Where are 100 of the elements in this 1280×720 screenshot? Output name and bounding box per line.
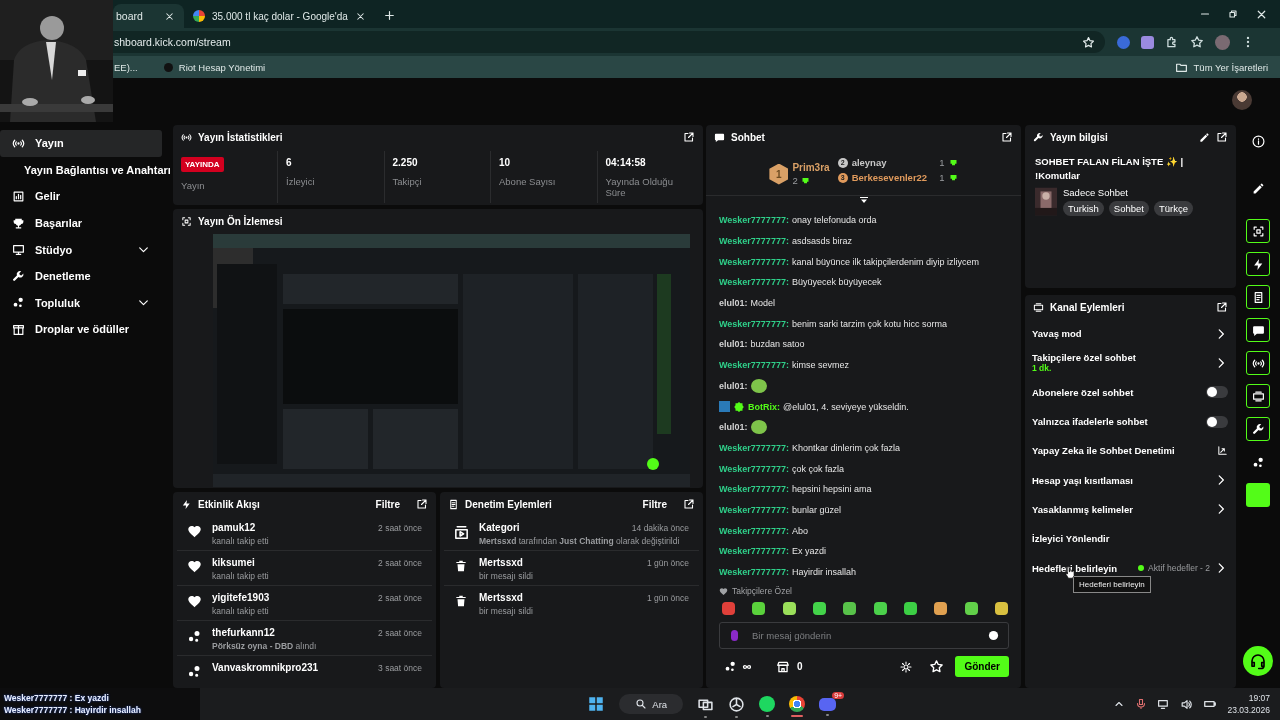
action-item[interactable]: İzleyici Yönlendir (1032, 533, 1228, 545)
clock-time[interactable]: 19:07 (1248, 693, 1270, 703)
film-icon[interactable] (1251, 389, 1265, 403)
action-item[interactable]: Yavaş mod (1032, 328, 1210, 340)
close-icon[interactable] (164, 10, 175, 22)
emote-icon[interactable] (964, 602, 978, 616)
focus-icon[interactable] (1251, 224, 1265, 238)
toggle-switch[interactable] (1206, 415, 1228, 428)
close-icon[interactable] (354, 10, 366, 22)
volume-icon[interactable] (1180, 697, 1194, 711)
emote-icon[interactable] (813, 602, 826, 616)
new-tab-icon[interactable] (382, 9, 396, 22)
username[interactable]: Kategori (479, 522, 520, 533)
tag[interactable]: Sohbet (1108, 201, 1149, 216)
chat-username[interactable]: Wesker7777777: (719, 484, 789, 495)
action-item[interactable]: Hedefleri belirleyin (1032, 562, 1135, 574)
puzzle-icon[interactable] (1165, 35, 1179, 49)
filter-button[interactable]: Filtre (371, 498, 404, 510)
toggle-switch[interactable] (1206, 386, 1228, 399)
windows-icon[interactable] (587, 695, 606, 713)
monitor-icon[interactable] (1157, 697, 1171, 711)
edit-icon[interactable] (1199, 131, 1210, 143)
leader-name[interactable]: Prim3ra (792, 162, 830, 173)
sidebar-item[interactable]: Yayın (0, 130, 162, 157)
browser-tab[interactable]: 35.000 tl kaç dolar - Google'da (184, 4, 375, 28)
sidebar-item[interactable]: Droplar ve ödüller (0, 316, 162, 343)
emoji-icon[interactable] (988, 630, 999, 642)
sidebar-item[interactable]: Denetleme (0, 262, 162, 290)
sidebar-item[interactable]: Topluluk (0, 289, 162, 317)
info-icon[interactable] (1251, 134, 1265, 148)
emote-icon[interactable] (782, 602, 796, 616)
chat-username[interactable]: Wesker7777777: (719, 504, 789, 515)
emote-icon[interactable] (903, 602, 917, 616)
wrench-icon[interactable] (1251, 422, 1265, 436)
bubbles-icon[interactable] (724, 660, 737, 674)
username[interactable]: yigitefe1903 (212, 592, 270, 603)
bookmark[interactable]: EE)... (114, 61, 138, 73)
username[interactable]: pamuk12 (212, 522, 256, 533)
chat-username[interactable]: elul01: (719, 380, 748, 391)
browser-tab[interactable]: board (113, 4, 184, 28)
username[interactable]: Mertssxd (479, 557, 523, 568)
chat-icon[interactable] (1251, 323, 1265, 337)
bolt-icon[interactable] (1251, 257, 1265, 271)
filter-button[interactable]: Filtre (638, 498, 671, 510)
headset-icon[interactable] (1249, 652, 1267, 670)
popout-icon[interactable] (1001, 131, 1013, 143)
emote-icon[interactable] (873, 602, 887, 616)
tag[interactable]: Türkçe (1153, 201, 1193, 216)
action-item[interactable]: Yalnızca ifadelerle sohbet (1032, 416, 1202, 428)
action-item[interactable]: Abonelere özel sohbet (1032, 386, 1202, 398)
action-item[interactable]: Yasaklanmış kelimeler (1032, 503, 1210, 515)
username[interactable]: kiksumei (212, 557, 255, 568)
popout-icon[interactable] (416, 498, 428, 510)
chat-username[interactable]: Wesker7777777: (719, 525, 789, 536)
chat-username[interactable]: elul01: (719, 298, 748, 309)
popout-icon[interactable] (1216, 301, 1228, 313)
restore-icon[interactable] (1227, 7, 1239, 20)
store-icon[interactable] (776, 659, 790, 674)
emote-icon[interactable] (752, 602, 766, 616)
chat-username[interactable]: Wesker7777777: (719, 215, 789, 226)
emote-icon[interactable] (994, 602, 1008, 616)
emote-icon[interactable] (934, 602, 948, 616)
action-item[interactable]: Takipçilere özel sohbet (1032, 352, 1210, 364)
external-icon[interactable] (1217, 445, 1228, 457)
edit-icon[interactable] (1251, 181, 1265, 195)
popout-icon[interactable] (1216, 131, 1228, 143)
chat-username[interactable]: elul01: (719, 339, 748, 350)
avatar-icon[interactable] (1232, 90, 1252, 110)
sidebar-item[interactable]: Gelir (0, 183, 162, 210)
chat-username[interactable]: Wesker7777777: (719, 567, 789, 578)
popout-icon[interactable] (683, 498, 695, 510)
extension-icon[interactable] (1141, 35, 1154, 49)
chat-username[interactable]: Wesker7777777: (719, 236, 789, 247)
clock-date[interactable]: 23.03.2026 (1227, 705, 1270, 715)
mic-icon[interactable] (1135, 698, 1148, 710)
chat-username[interactable]: Wesker7777777: (719, 277, 789, 288)
leader-name[interactable]: Berkesevenler22 (851, 172, 928, 183)
sidebar-item[interactable]: Stüdyo (0, 236, 162, 263)
sidebar-subitem[interactable]: Yayın Bağlantısı ve Anahtarı (0, 156, 170, 184)
bubbles-icon[interactable] (1251, 455, 1265, 469)
category-name[interactable]: Sadece Sohbet (1063, 187, 1193, 198)
chat-username[interactable]: Wesker7777777: (719, 546, 789, 557)
bookmarks-folder[interactable]: Tüm Yer İşaretleri (1193, 61, 1268, 73)
extension-icon[interactable] (1117, 35, 1130, 49)
tag[interactable]: Turkish (1063, 201, 1104, 216)
chat-username[interactable]: Wesker7777777: (719, 360, 789, 371)
search-field[interactable]: Ara (619, 694, 684, 714)
address-bar[interactable]: shboard.kick.com/stream (113, 31, 1105, 53)
username[interactable]: Vanvaskromnikpro231 (212, 662, 319, 673)
star-icon[interactable] (929, 659, 945, 675)
action-item[interactable]: Yapay Zeka ile Sohbet Denetimi (1032, 445, 1213, 457)
settings-icon[interactable] (900, 660, 913, 673)
chat-username[interactable]: Wesker7777777: (719, 463, 789, 474)
chat-username[interactable]: Wesker7777777: (719, 256, 789, 267)
star-icon[interactable] (1190, 35, 1204, 49)
chat-username[interactable]: elul01: (719, 422, 748, 433)
emote-icon[interactable] (843, 602, 857, 616)
message-field[interactable]: Bir mesaj gönderin (719, 622, 1009, 650)
username[interactable]: Mertssxd (479, 592, 523, 603)
star-icon[interactable] (1082, 35, 1095, 49)
